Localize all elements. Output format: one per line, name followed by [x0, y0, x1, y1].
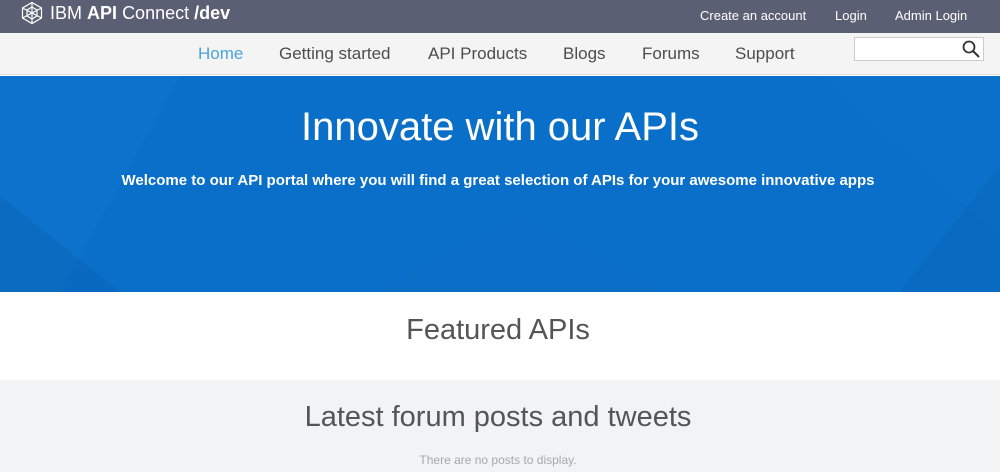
forum-empty-message: There are no posts to display.	[419, 453, 577, 467]
nav-item-forums[interactable]: Forums	[642, 33, 700, 75]
featured-apis-section: Featured APIs	[0, 292, 1000, 380]
hero-banner: Innovate with our APIs Welcome to our AP…	[0, 76, 1000, 292]
ibm-api-connect-logo-icon	[21, 1, 43, 24]
brand-api: API	[87, 2, 118, 23]
top-bar: IBM API Connect /dev Create an account L…	[0, 0, 1000, 33]
brand[interactable]: IBM API Connect /dev	[20, 0, 230, 25]
nav-item-home[interactable]: Home	[198, 33, 243, 75]
brand-connect: Connect	[122, 2, 190, 23]
search-icon[interactable]	[961, 39, 981, 59]
brand-dev: /dev	[194, 2, 231, 23]
nav-item-api-products[interactable]: API Products	[428, 33, 527, 75]
nav-item-support[interactable]: Support	[735, 33, 795, 75]
brand-name: IBM API Connect /dev	[50, 1, 230, 25]
nav-item-getting-started[interactable]: Getting started	[279, 33, 391, 75]
main-nav: Home Getting started API Products Blogs …	[0, 33, 1000, 75]
forum-heading: Latest forum posts and tweets	[304, 401, 692, 433]
search-box	[854, 37, 984, 61]
featured-apis-heading: Featured APIs	[406, 314, 590, 346]
nav-item-blogs[interactable]: Blogs	[563, 33, 606, 75]
hero-subtitle: Welcome to our API portal where you will…	[121, 172, 875, 189]
login-link[interactable]: Login	[835, 8, 875, 23]
brand-ibm: IBM	[50, 2, 83, 23]
admin-login-link[interactable]: Admin Login	[895, 8, 975, 23]
forum-section: Latest forum posts and tweets There are …	[0, 380, 1000, 472]
search-input[interactable]	[857, 39, 957, 59]
hero-title: Innovate with our APIs	[300, 105, 699, 149]
create-account-link[interactable]: Create an account	[700, 8, 820, 23]
